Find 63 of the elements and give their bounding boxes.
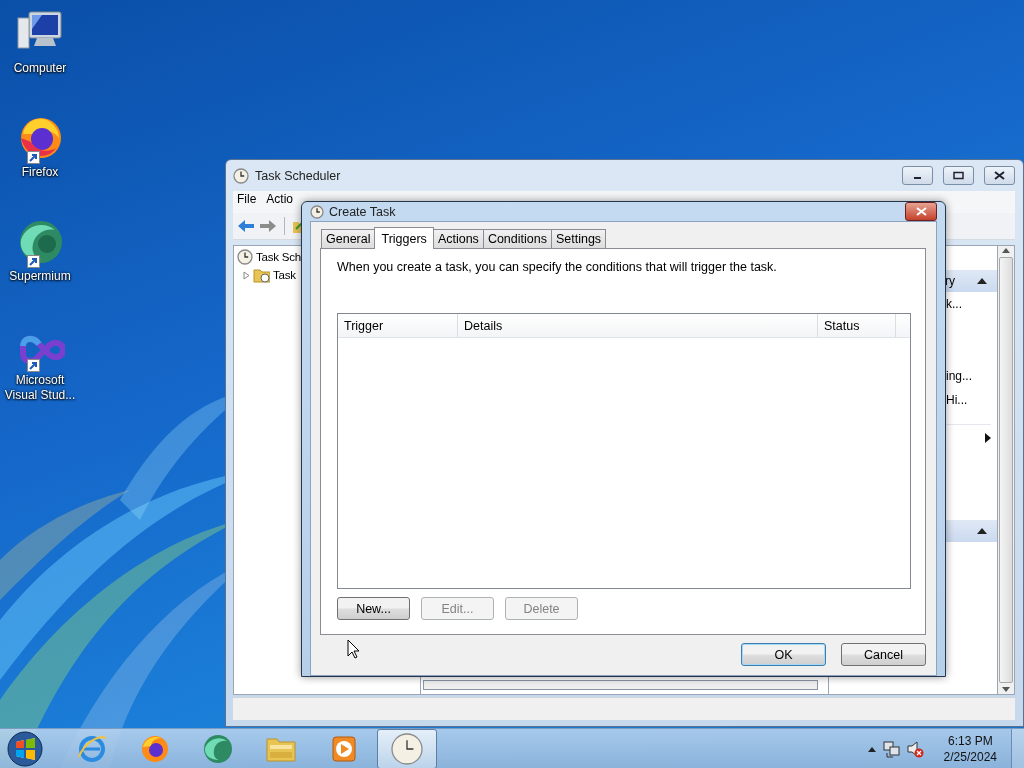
icon-label[interactable]: Microsoft Visual Stud... <box>1 373 79 403</box>
clock-icon <box>237 249 253 265</box>
button: Edit... <box>421 597 494 620</box>
tree-item[interactable]: Task Sch <box>256 251 302 263</box>
section-title: ry <box>945 274 956 288</box>
scroll-down-icon[interactable] <box>1002 687 1010 692</box>
tab[interactable]: Triggers <box>374 227 434 249</box>
tab[interactable]: Settings <box>550 229 607 248</box>
scrollbar[interactable] <box>998 245 1015 695</box>
column-header[interactable]: Details <box>458 314 818 337</box>
maximize-icon <box>952 171 965 180</box>
minimize-button[interactable] <box>902 166 933 185</box>
clock-icon <box>391 733 423 765</box>
trigger-list[interactable]: Trigger Details Status <box>337 313 911 589</box>
collapse-arrow-icon[interactable] <box>977 528 987 534</box>
submenu-arrow-icon[interactable] <box>985 432 991 443</box>
close-icon <box>915 207 927 216</box>
tab[interactable]: Actions <box>432 229 484 248</box>
sphere-icon <box>202 733 234 765</box>
button[interactable]: New... <box>337 597 410 620</box>
expand-arrow-icon[interactable] <box>243 270 250 280</box>
tab[interactable]: General <box>321 229 376 248</box>
button: Delete <box>505 597 578 620</box>
clock-icon <box>310 204 324 219</box>
start-orb-icon[interactable] <box>7 731 43 767</box>
column-header[interactable]: Status <box>818 314 896 337</box>
globe-e-icon <box>76 733 108 765</box>
scroll-thumb[interactable] <box>999 257 1013 683</box>
menu-item[interactable]: File <box>237 192 257 206</box>
maximize-button[interactable] <box>943 166 974 185</box>
column-header[interactable]: Trigger <box>338 314 458 337</box>
volume-muted-icon[interactable] <box>905 740 924 758</box>
back-arrow-icon[interactable] <box>237 218 255 234</box>
scrollbar[interactable] <box>423 680 818 690</box>
close-button[interactable] <box>905 202 937 221</box>
close-button[interactable] <box>984 166 1015 185</box>
clock-date[interactable]: 2/25/2024 <box>943 749 997 765</box>
taskbar-button[interactable] <box>377 729 437 768</box>
icon-label[interactable]: Supermium <box>1 269 79 284</box>
description-text: When you create a task, you can specify the conditions that will trigger the task. <box>337 260 778 276</box>
chevron-up-icon[interactable] <box>867 746 876 752</box>
forward-arrow-icon[interactable] <box>259 218 277 234</box>
clock-icon <box>233 167 249 184</box>
icon-label[interactable]: Computer <box>1 61 79 76</box>
mouse-pointer-icon <box>347 639 360 659</box>
tab[interactable]: Conditions <box>482 229 552 248</box>
window-title: Task Scheduler <box>255 168 341 183</box>
task-link[interactable]: ing... <box>946 369 972 383</box>
button[interactable]: OK <box>741 643 826 666</box>
icon-label[interactable]: Firefox <box>1 165 79 180</box>
folder-clock-icon <box>253 267 270 283</box>
collapse-arrow-icon[interactable] <box>977 278 987 284</box>
dialog-title: Create Task <box>329 204 396 219</box>
clock-time[interactable]: 6:13 PM <box>947 733 993 749</box>
menu-item[interactable]: Actio <box>266 192 294 206</box>
network-icon[interactable] <box>881 740 900 758</box>
close-icon <box>993 171 1006 180</box>
task-link[interactable]: k... <box>946 297 962 311</box>
tree-item[interactable]: Task <box>273 269 296 281</box>
firefox-icon <box>139 733 171 765</box>
button[interactable]: Cancel <box>841 643 926 666</box>
scroll-up-icon[interactable] <box>1002 248 1010 253</box>
task-link[interactable]: Hi... <box>946 393 968 407</box>
